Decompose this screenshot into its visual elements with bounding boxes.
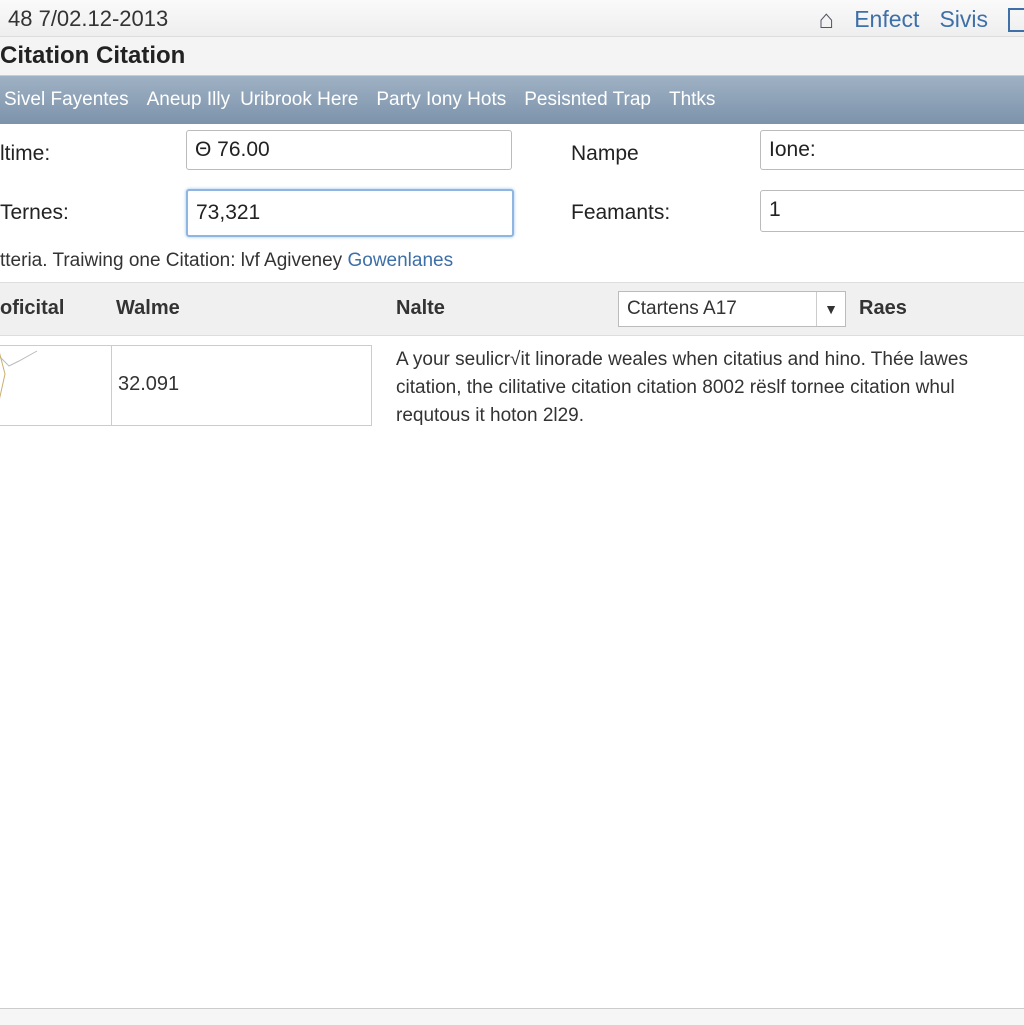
table-header: oficital Walme Nalte Ctartens A17 ▼ Raes [0, 282, 1024, 336]
nav-item[interactable]: Uribrook Here [240, 89, 358, 111]
column-header[interactable]: Nalte [396, 297, 445, 320]
thumbnail-cell [0, 345, 112, 426]
name-label: Nampe [571, 142, 639, 166]
column-header[interactable]: oficital [0, 297, 64, 320]
map-thumbnail-icon [0, 346, 111, 425]
hint-link[interactable]: Gowenlanes [347, 250, 453, 271]
footer-bar [0, 1008, 1024, 1025]
top-links: ⌂ Enfect Sivis [819, 4, 1024, 35]
time-input[interactable]: Θ 76.00 [186, 130, 512, 170]
panel-icon[interactable] [1008, 8, 1024, 32]
datetime: 48 7/02.12-2013 [8, 6, 168, 32]
nav-bar: Sivel Fayentes Aneup Illy Uribrook Here … [0, 76, 1024, 124]
terms-label: Ternes: [0, 201, 69, 225]
page-title: Citation Citation [0, 42, 185, 70]
home-icon[interactable]: ⌂ [819, 4, 835, 35]
enfect-link[interactable]: Enfect [854, 6, 919, 33]
nav-item[interactable]: Pesisnted Trap [524, 89, 651, 111]
filter-select[interactable]: Ctartens A17 ▼ [618, 291, 846, 327]
row-description: A your seulicr√it linorade weales when c… [396, 346, 1024, 430]
title-bar: Citation Citation [0, 37, 1024, 76]
value-cell: 32.091 [111, 345, 372, 426]
chevron-down-icon[interactable]: ▼ [816, 292, 845, 326]
nav-item[interactable]: Aneup Illy [147, 89, 230, 111]
feamants-label: Feamants: [571, 201, 670, 225]
name-input[interactable]: Ione: [760, 130, 1024, 170]
column-header[interactable]: Walme [116, 297, 180, 320]
hint-text: tteria. Traiwing one Citation: lvf Agive… [0, 250, 453, 272]
time-label: ltime: [0, 142, 50, 166]
row-value: 32.091 [118, 373, 179, 396]
sivis-link[interactable]: Sivis [939, 6, 988, 33]
nav-item[interactable]: Sivel Fayentes [4, 89, 129, 111]
terms-input[interactable]: 73,321 [186, 189, 514, 237]
feamants-input[interactable]: 1 [760, 190, 1024, 232]
top-bar: 48 7/02.12-2013 ⌂ Enfect Sivis [0, 0, 1024, 37]
column-header[interactable]: Raes [859, 297, 907, 320]
select-value: Ctartens A17 [627, 298, 737, 319]
nav-item[interactable]: Thtks [669, 89, 715, 111]
hint-label: tteria. Traiwing one Citation: lvf Agive… [0, 250, 347, 271]
nav-item[interactable]: Party Iony Hots [376, 89, 506, 111]
